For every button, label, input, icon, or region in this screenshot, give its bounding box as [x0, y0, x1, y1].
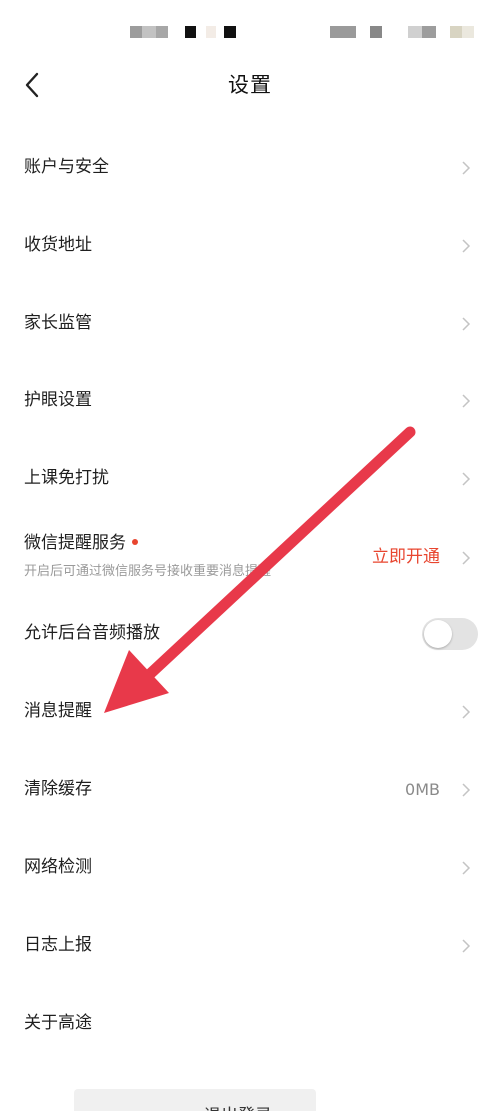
settings-item-label: 关于高途 [24, 1013, 92, 1033]
settings-item-label: 清除缓存 [24, 779, 92, 799]
settings-item-shipping-address[interactable]: 收货地址 [0, 216, 500, 276]
settings-item-label: 上课免打扰 [24, 468, 109, 488]
chevron-right-icon [462, 161, 471, 175]
chevron-right-icon [462, 705, 471, 719]
new-badge-dot [132, 539, 138, 545]
settings-item-label: 日志上报 [24, 935, 92, 955]
chevron-right-icon [462, 939, 471, 953]
chevron-right-icon [462, 551, 471, 565]
settings-item-message-reminder[interactable]: 消息提醒 [0, 682, 500, 742]
nav-bar: 设置 [0, 60, 500, 110]
wechat-reminder-subtitle: 开启后可通过微信服务号接收重要消息提醒 [24, 564, 272, 579]
status-bar [0, 0, 500, 60]
settings-item-account-security[interactable]: 账户与安全 [0, 138, 500, 198]
settings-item-label: 网络检测 [24, 857, 92, 877]
activate-now-button[interactable]: 立即开通 [372, 549, 440, 566]
settings-item-about[interactable]: 关于高途 [0, 994, 500, 1054]
settings-item-label: 护眼设置 [24, 390, 92, 410]
settings-item-label: 消息提醒 [24, 701, 92, 721]
cache-size-value: 0MB [405, 780, 440, 799]
settings-item-eye-protection[interactable]: 护眼设置 [0, 371, 500, 431]
settings-item-class-do-not-disturb[interactable]: 上课免打扰 [0, 449, 500, 509]
chevron-right-icon [462, 239, 471, 253]
settings-screen: 设置 账户与安全 收货地址 家长监管 护眼设置 上课免打扰 微信提醒服务 开启后… [0, 0, 500, 1111]
background-audio-toggle[interactable] [422, 618, 478, 650]
settings-item-label: 家长监管 [24, 313, 92, 333]
wechat-reminder-label: 微信提醒服务 [24, 533, 126, 553]
settings-item-log-report[interactable]: 日志上报 [0, 916, 500, 976]
settings-item-network-check[interactable]: 网络检测 [0, 838, 500, 898]
settings-item-label: 收货地址 [24, 235, 92, 255]
toggle-knob [424, 620, 452, 648]
chevron-right-icon [462, 861, 471, 875]
chevron-right-icon [462, 317, 471, 331]
settings-item-label: 账户与安全 [24, 157, 109, 177]
settings-item-label: 微信提醒服务 [24, 535, 138, 552]
chevron-right-icon [462, 394, 471, 408]
settings-item-background-audio: 允许后台音频播放 [0, 604, 500, 664]
logout-button[interactable]: 退出登录 [74, 1089, 316, 1111]
logout-label: 退出登录 [204, 1101, 272, 1111]
chevron-right-icon [462, 783, 471, 797]
settings-item-parental-control[interactable]: 家长监管 [0, 294, 500, 354]
settings-item-clear-cache[interactable]: 清除缓存 0MB [0, 760, 500, 820]
page-title: 设置 [228, 73, 272, 97]
settings-item-wechat-reminder[interactable]: 微信提醒服务 开启后可通过微信服务号接收重要消息提醒 立即开通 [0, 524, 500, 592]
settings-item-label: 允许后台音频播放 [24, 623, 160, 643]
chevron-right-icon [462, 472, 471, 486]
